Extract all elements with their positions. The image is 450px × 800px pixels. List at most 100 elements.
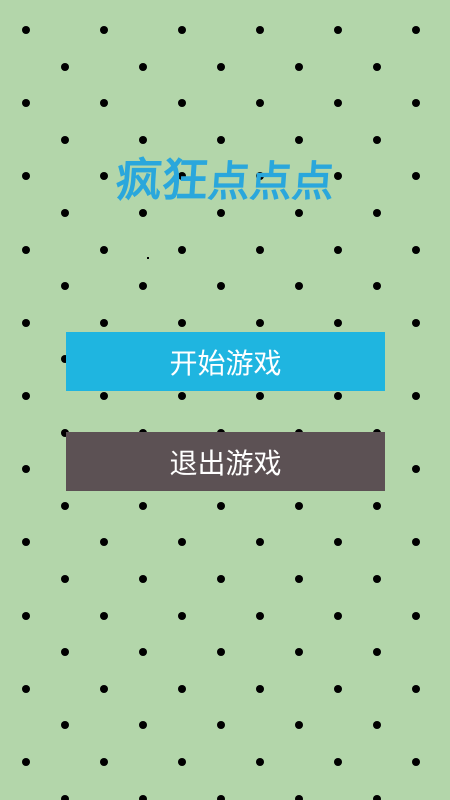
background-dot	[256, 538, 264, 547]
background-dot	[373, 721, 381, 730]
background-dot	[100, 684, 108, 693]
background-dot	[178, 392, 186, 400]
background-dot	[61, 648, 69, 657]
background-dot	[61, 721, 69, 730]
background-dot	[373, 648, 381, 657]
exit-game-button[interactable]: 退出游戏	[66, 432, 385, 491]
background-dot	[22, 538, 30, 547]
background-dot	[412, 538, 420, 547]
background-dot	[412, 26, 420, 34]
background-dot	[139, 575, 147, 583]
background-dot	[22, 758, 30, 766]
background-dot	[139, 501, 147, 510]
background-dot	[334, 318, 342, 327]
background-dot	[373, 794, 381, 800]
background-dot	[373, 135, 381, 144]
background-dot	[295, 501, 303, 510]
background-dot	[373, 282, 381, 291]
background-dot	[139, 282, 147, 291]
background-dot	[100, 99, 108, 108]
background-dot	[217, 721, 225, 730]
background-dot	[412, 99, 420, 108]
background-dot	[412, 392, 420, 400]
background-dot	[178, 26, 186, 34]
background-dot	[61, 501, 69, 510]
background-dot	[61, 282, 69, 291]
background-dot	[217, 135, 225, 144]
background-dot	[334, 611, 342, 620]
background-dot	[256, 26, 264, 34]
background-dot	[178, 538, 186, 547]
background-dot	[256, 245, 264, 254]
background-dot	[22, 99, 30, 108]
background-dot	[100, 538, 108, 547]
background-dot	[139, 721, 147, 730]
background-dot	[22, 611, 30, 620]
background-dot	[22, 318, 30, 327]
background-dot	[334, 538, 342, 547]
background-dot	[295, 575, 303, 583]
background-dot	[256, 684, 264, 693]
background-dot	[256, 611, 264, 620]
background-dot	[100, 611, 108, 620]
background-dot	[100, 758, 108, 766]
background-dot	[139, 62, 147, 71]
background-dot	[295, 721, 303, 730]
background-dot	[334, 26, 342, 34]
background-dot	[139, 648, 147, 657]
background-dot	[178, 245, 186, 254]
background-dot	[100, 318, 108, 327]
background-dot	[100, 392, 108, 400]
background-dot	[217, 501, 225, 510]
background-dot	[373, 575, 381, 583]
background-dot	[178, 758, 186, 766]
background-dot	[334, 684, 342, 693]
background-dot	[334, 245, 342, 254]
background-dot	[217, 62, 225, 71]
background-dot	[61, 135, 69, 144]
background-dot	[295, 794, 303, 800]
background-dot	[22, 26, 30, 34]
background-dot	[412, 318, 420, 327]
background-dot	[217, 575, 225, 583]
background-dot	[295, 62, 303, 71]
background-dot	[100, 245, 108, 254]
background-dot	[256, 758, 264, 766]
background-dot	[334, 392, 342, 400]
background-dot	[217, 282, 225, 291]
background-dot	[100, 26, 108, 34]
background-dot	[373, 501, 381, 510]
title-part-1: 疯狂	[114, 153, 210, 207]
decorative-dot	[147, 257, 149, 259]
start-game-button[interactable]: 开始游戏	[66, 332, 385, 391]
background-dot	[139, 135, 147, 144]
background-dot	[61, 794, 69, 800]
background-dot	[373, 62, 381, 71]
background-dot	[178, 318, 186, 327]
background-dot	[412, 245, 420, 254]
background-dot	[22, 245, 30, 254]
background-dot	[334, 758, 342, 766]
game-title: 疯狂点点点	[0, 150, 450, 212]
background-dot	[22, 684, 30, 693]
background-dot	[61, 575, 69, 583]
background-dot	[217, 794, 225, 800]
background-dot	[22, 465, 30, 474]
background-dot	[295, 135, 303, 144]
background-dot	[412, 611, 420, 620]
background-dot	[139, 794, 147, 800]
background-dot	[412, 758, 420, 766]
background-dot	[61, 62, 69, 71]
background-dot	[256, 392, 264, 400]
dot-pattern-background	[0, 0, 450, 800]
background-dot	[334, 99, 342, 108]
background-dot	[178, 99, 186, 108]
background-dot	[178, 611, 186, 620]
background-dot	[412, 465, 420, 474]
background-dot	[178, 684, 186, 693]
background-dot	[295, 648, 303, 657]
background-dot	[256, 99, 264, 108]
title-part-2: 点点点	[206, 157, 336, 206]
background-dot	[295, 282, 303, 291]
background-dot	[256, 318, 264, 327]
